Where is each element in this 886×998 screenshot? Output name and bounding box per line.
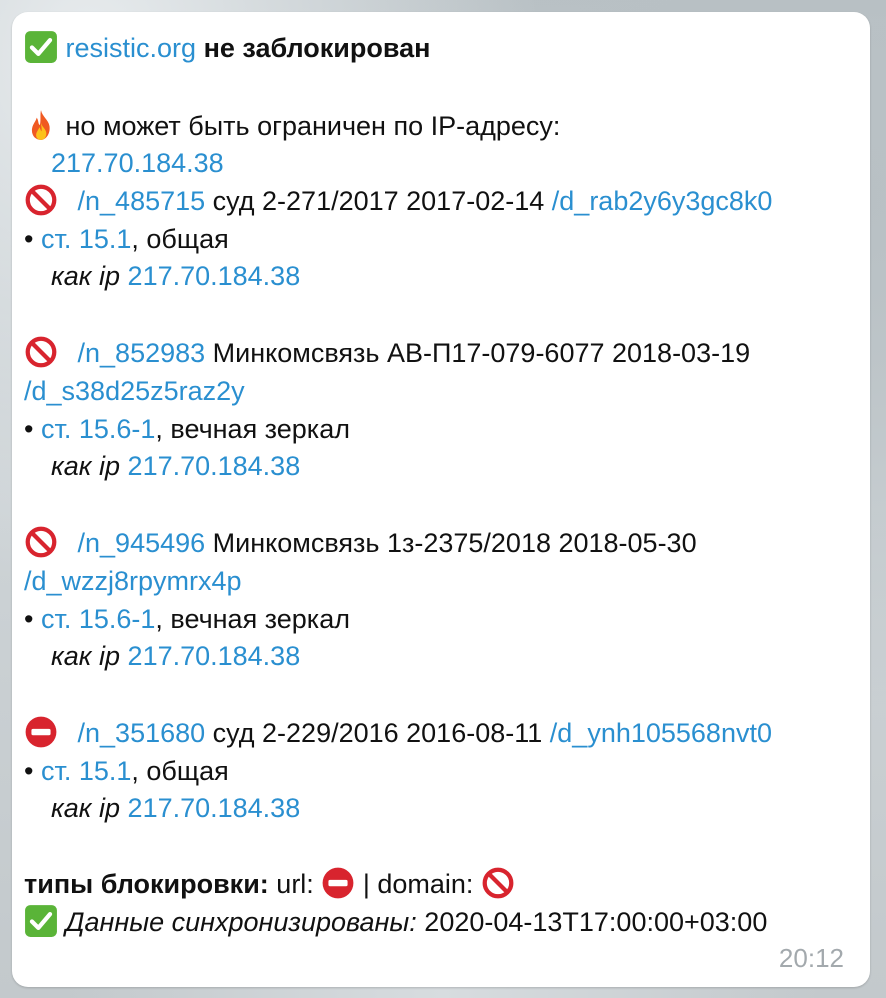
entry-4-as-ip-label: как ip [51,793,121,823]
no-entry-icon [24,715,58,749]
entry-1-article-line: • ст. 15.1, общая [24,221,229,257]
prohibited-icon [24,335,58,369]
ip-link[interactable]: 217.70.184.38 [51,148,224,178]
entry-3-category: , вечная зеркал [155,604,350,634]
legend-label: типы блокировки: [24,869,269,899]
entry-1-d-link[interactable]: /d_rab2y6y3gc8k0 [552,186,773,216]
entry-4-ip-line: как ip 217.70.184.38 [51,790,300,826]
entry-1-header: /n_485715 суд 2-271/2017 2017-02-14 /d_r… [24,183,772,219]
check-mark-button-icon [24,904,58,938]
ip-warning-ip-line: 217.70.184.38 [51,145,224,181]
ip-warning-line: но может быть ограничен по IP-адресу: [24,108,560,144]
entry-1-ip-link[interactable]: 217.70.184.38 [128,261,301,291]
entry-1-n-link[interactable]: /n_485715 [78,186,206,216]
bullet: • [24,756,34,786]
entry-1-desc: суд 2-271/2017 2017-02-14 [212,186,545,216]
bullet: • [24,414,34,444]
entry-4-article-line: • ст. 15.1, общая [24,753,229,789]
entry-1-as-ip-label: как ip [51,261,121,291]
no-entry-icon [321,866,355,900]
bullet: • [24,224,34,254]
entry-3-desc: Минкомсвязь 1з-2375/2018 2018-05-30 [212,528,697,558]
entry-3-article-link[interactable]: ст. 15.6-1 [41,604,155,634]
fire-icon [24,108,58,142]
legend-domain-label: domain: [377,869,474,899]
entry-1-article-link[interactable]: ст. 15.1 [41,224,131,254]
status-line: resistic.org не заблокирован [24,30,430,66]
prohibited-icon [24,183,58,217]
entry-3-n-link[interactable]: /n_945496 [78,528,206,558]
entry-2-header: /n_852983 Минкомсвязь АВ-П17-079-6077 20… [24,335,750,371]
entry-2-article-link[interactable]: ст. 15.6-1 [41,414,155,444]
entry-4-ip-link[interactable]: 217.70.184.38 [128,793,301,823]
entry-1-category: , общая [131,224,229,254]
entry-4-category: , общая [131,756,229,786]
entry-4-d-link[interactable]: /d_ynh105568nvt0 [550,718,772,748]
entry-2-n-link[interactable]: /n_852983 [78,338,206,368]
entry-4-desc: суд 2-229/2016 2016-08-11 [212,718,543,748]
entry-3-article-line: • ст. 15.6-1, вечная зеркал [24,601,350,637]
entry-2-ip-line: как ip 217.70.184.38 [51,448,300,484]
entry-3-d-line: /d_wzzj8rpymrx4p [24,563,242,599]
domain-link[interactable]: resistic.org [66,33,197,63]
prohibited-icon [24,525,58,559]
entry-3-as-ip-label: как ip [51,641,121,671]
entry-4-article-link[interactable]: ст. 15.1 [41,756,131,786]
entry-2-ip-link[interactable]: 217.70.184.38 [128,451,301,481]
entry-2-category: , вечная зеркал [155,414,350,444]
legend-line: типы блокировки: url: | domain: [24,866,515,902]
entry-3-header: /n_945496 Минкомсвязь 1з-2375/2018 2018-… [24,525,697,561]
check-mark-button-icon [24,30,58,64]
legend-separator: | [362,869,370,899]
entry-3-ip-line: как ip 217.70.184.38 [51,638,300,674]
entry-2-d-link[interactable]: /d_s38d25z5raz2y [24,376,245,406]
prohibited-icon [481,866,515,900]
ip-warning-text: но может быть ограничен по IP-адресу: [65,111,561,141]
bullet: • [24,604,34,634]
entry-3-ip-link[interactable]: 217.70.184.38 [128,641,301,671]
entry-2-d-line: /d_s38d25z5raz2y [24,373,245,409]
entry-2-article-line: • ст. 15.6-1, вечная зеркал [24,411,350,447]
entry-3-d-link[interactable]: /d_wzzj8rpymrx4p [24,566,242,596]
entry-2-desc: Минкомсвязь АВ-П17-079-6077 2018-03-19 [212,338,751,368]
legend-url-label: url: [276,869,314,899]
status-text: не заблокирован [203,33,431,63]
sync-label: Данные синхронизированы: [65,907,417,937]
entry-4-header: /n_351680 суд 2-229/2016 2016-08-11 /d_y… [24,715,772,751]
entry-2-as-ip-label: как ip [51,451,121,481]
sync-line: Данные синхронизированы: 2020-04-13T17:0… [24,904,767,940]
sync-value: 2020-04-13T17:00:00+03:00 [424,907,768,937]
entry-1-ip-line: как ip 217.70.184.38 [51,258,300,294]
entry-4-n-link[interactable]: /n_351680 [78,718,206,748]
message-time: 20:12 [778,943,844,973]
